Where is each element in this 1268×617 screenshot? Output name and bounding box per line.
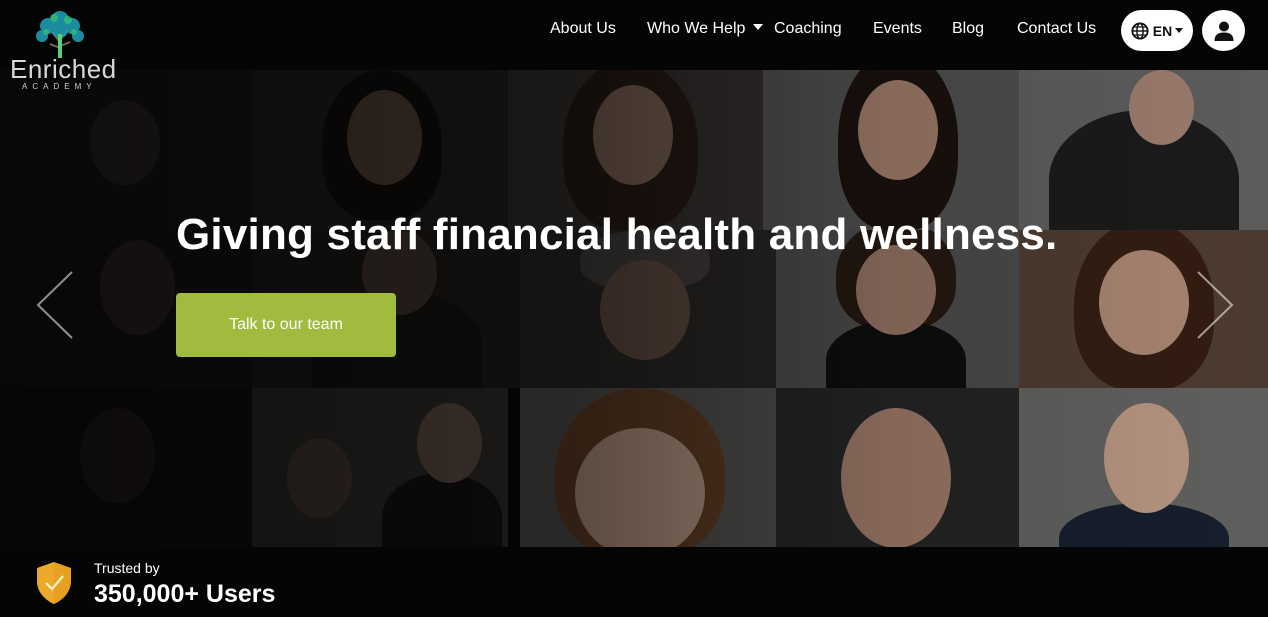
shield-check-icon [37,562,71,604]
nav-events[interactable]: Events [873,20,922,38]
tree-logo-icon [36,11,84,58]
nav-about-us[interactable]: About Us [550,20,616,38]
trusted-by-label: Trusted by [94,560,160,576]
carousel-next-button[interactable] [1196,270,1236,340]
globe-icon [1131,21,1149,40]
chevron-left-icon [36,271,73,339]
hero-carousel: Giving staff financial health and wellne… [0,70,1268,547]
nav-coaching[interactable]: Coaching [774,20,842,38]
hero-headline: Giving staff financial health and wellne… [176,210,1058,259]
site-header: Enriched ACADEMY About Us Who We Help Co… [0,0,1268,91]
talk-to-team-button[interactable]: Talk to our team [176,293,396,357]
chevron-down-icon [753,24,764,30]
chevron-down-icon [1175,28,1184,33]
user-icon [1214,21,1233,41]
language-label: EN [1152,22,1173,39]
nav-who-we-help-label: Who We Help [647,20,746,37]
logo[interactable]: Enriched ACADEMY [8,8,118,91]
trust-bar: Trusted by 350,000+ Users [0,547,1268,617]
account-button[interactable] [1202,10,1245,51]
logo-tagline: ACADEMY [22,82,97,91]
language-selector[interactable]: EN [1121,10,1193,51]
chevron-right-icon [1197,271,1234,339]
nav-who-we-help[interactable]: Who We Help [647,20,764,38]
nav-contact-us[interactable]: Contact Us [1017,20,1096,38]
logo-wordmark: Enriched [10,54,117,84]
carousel-prev-button[interactable] [34,270,74,340]
page: Enriched ACADEMY About Us Who We Help Co… [0,0,1268,617]
nav-blog[interactable]: Blog [952,20,984,38]
user-count: 350,000+ Users [94,580,276,608]
